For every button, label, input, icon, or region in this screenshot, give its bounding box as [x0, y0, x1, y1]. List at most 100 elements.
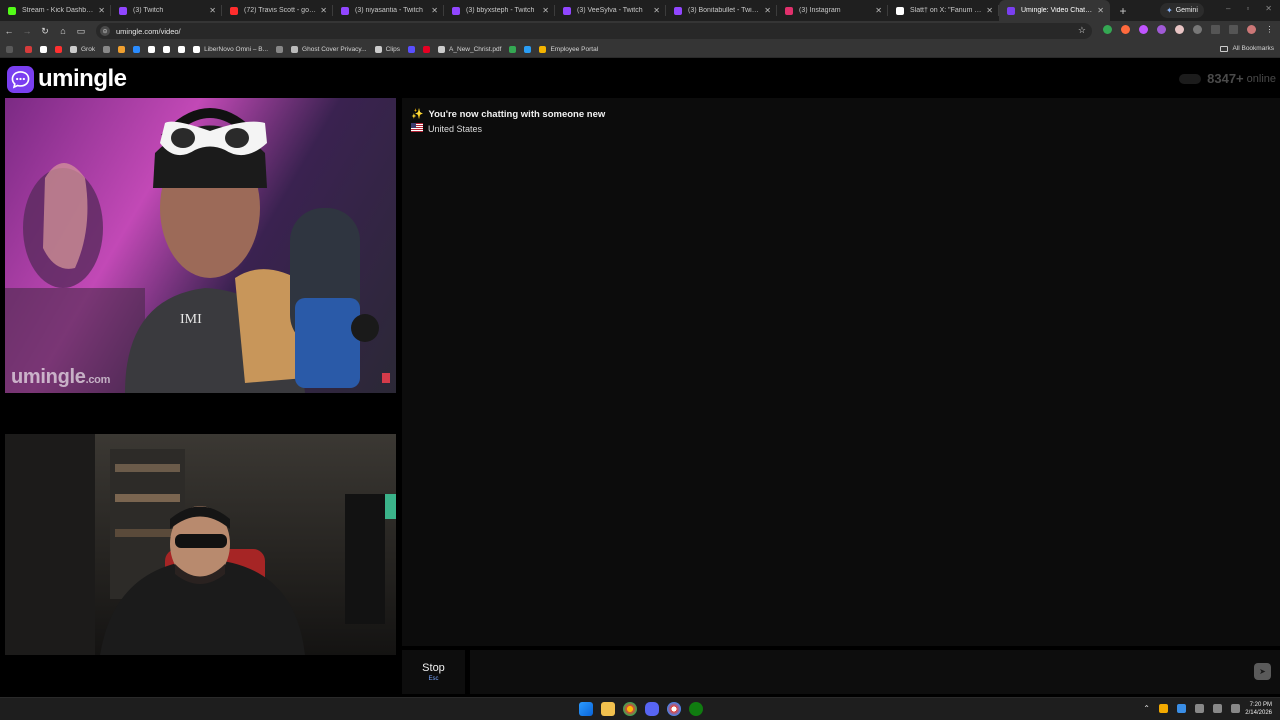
send-icon[interactable]: ➤ [1254, 663, 1271, 680]
bookmark-item[interactable]: Ghost Cover Privacy... [291, 45, 367, 53]
chat-bubble-icon [7, 65, 34, 93]
windows-start-icon[interactable] [579, 702, 593, 716]
tab-close-icon[interactable]: ✕ [98, 6, 105, 15]
minimize-icon[interactable]: – [1226, 4, 1230, 13]
menu-lines-icon[interactable] [1229, 25, 1238, 34]
all-bookmarks-button[interactable]: All Bookmarks [1220, 45, 1274, 52]
browser-tab[interactable]: Slatt† on X: "Fanum exposed ✕ [888, 0, 999, 21]
home-icon[interactable]: ⌂ [54, 26, 72, 36]
tab-close-icon[interactable]: ✕ [431, 6, 438, 15]
bookmark-item[interactable] [524, 45, 532, 53]
puzzle-icon[interactable] [1193, 25, 1202, 34]
bookmark-item[interactable]: Clips [374, 45, 400, 53]
browser-tab[interactable]: Stream - Kick Dashboard ✕ [0, 0, 111, 21]
tab-favicon-icon [341, 6, 349, 15]
taskbar-clock[interactable]: 7:20 PM 2/14/2026 [1245, 701, 1272, 717]
tab-close-icon[interactable]: ✕ [1097, 6, 1104, 15]
tray-app-icon[interactable] [1177, 704, 1186, 713]
bookmark-favicon-icon [438, 45, 446, 53]
extension-icon[interactable] [1175, 25, 1184, 34]
wifi-icon[interactable] [1195, 704, 1204, 713]
apps-grid-icon[interactable] [6, 45, 17, 53]
side-panel-icon[interactable] [1211, 25, 1220, 34]
tray-app-icon[interactable] [1159, 704, 1168, 713]
bookmark-item[interactable]: A_New_Christ.pdf [438, 45, 501, 53]
tab-close-icon[interactable]: ✕ [986, 6, 993, 15]
forward-icon[interactable]: → [18, 26, 36, 36]
bookmark-item[interactable]: Grok [70, 45, 95, 53]
browser-tab[interactable]: (3) niyasantia - Twitch ✕ [333, 0, 444, 21]
bookmark-item[interactable] [40, 45, 47, 53]
tab-close-icon[interactable]: ✕ [875, 6, 882, 15]
message-input[interactable]: ➤ [470, 650, 1280, 694]
chrome-icon[interactable] [623, 702, 637, 716]
file-explorer-icon[interactable] [601, 702, 615, 716]
tab-close-icon[interactable]: ✕ [320, 6, 327, 15]
battery-icon[interactable] [1231, 704, 1240, 713]
extension-icon[interactable] [1121, 25, 1130, 34]
browser-tab[interactable]: Umingle: Video Chat wi ✕ [999, 0, 1110, 21]
bookmark-star-icon[interactable]: ☆ [1078, 25, 1086, 36]
reload-icon[interactable]: ↻ [36, 26, 54, 37]
logo-text: umingle [38, 65, 127, 92]
browser-tab[interactable]: (3) Bonitabullet - Twitch ✕ [666, 0, 777, 21]
bookmark-item[interactable] [423, 45, 431, 53]
browser-tab[interactable]: (3) Instagram ✕ [777, 0, 888, 21]
tray-overflow-icon[interactable]: ⌃ [1143, 704, 1150, 713]
chat-panel: ✨ You're now chatting with someone new U… [402, 98, 1280, 646]
discord-icon[interactable] [645, 702, 659, 716]
bookmark-item[interactable]: Employee Portal [539, 45, 598, 53]
bookmark-item[interactable] [25, 45, 32, 53]
tab-label: (3) VeeSylva - Twitch [577, 7, 643, 14]
bookmark-item[interactable] [178, 45, 186, 53]
chat-status-text: You're now chatting with someone new [428, 109, 606, 120]
windows-taskbar: ⌃ 7:20 PM 2/14/2026 [0, 697, 1280, 720]
bookmark-item[interactable]: LiberNovo Omni – B... [193, 45, 269, 53]
tab-close-icon[interactable]: ✕ [764, 6, 771, 15]
browser-tab[interactable]: (3) bbyxsteph - Twitch ✕ [444, 0, 555, 21]
more-menu-icon[interactable]: ⋮ [1265, 25, 1274, 34]
xbox-icon[interactable] [689, 702, 703, 716]
sidebar-toggle-icon[interactable]: ▭ [72, 26, 90, 37]
bookmark-item[interactable] [163, 45, 171, 53]
extension-icon[interactable] [1103, 25, 1112, 34]
stop-button[interactable]: Stop Esc [402, 650, 465, 694]
bookmark-item[interactable] [148, 45, 156, 53]
extension-icon[interactable] [1139, 25, 1148, 34]
extension-icon[interactable] [1157, 25, 1166, 34]
maximize-icon[interactable]: ▫ [1246, 4, 1249, 13]
bookmark-item[interactable] [103, 45, 111, 53]
bookmark-item[interactable] [118, 45, 126, 53]
tab-close-icon[interactable]: ✕ [542, 6, 549, 15]
site-info-icon[interactable]: ⊝ [100, 26, 110, 36]
tab-close-icon[interactable]: ✕ [209, 6, 216, 15]
address-bar[interactable]: ⊝ umingle.com/video/ ☆ [96, 23, 1092, 39]
profile-avatar-icon[interactable] [1247, 25, 1256, 34]
browser-tab[interactable]: (3) VeeSylva - Twitch ✕ [555, 0, 666, 21]
umingle-logo[interactable]: umingle [7, 65, 127, 93]
tab-favicon-icon [8, 6, 16, 15]
tab-label: (3) Twitch [133, 7, 164, 14]
bookmark-item[interactable] [276, 45, 284, 53]
bookmark-label: LiberNovo Omni – B... [204, 45, 269, 53]
tab-favicon-icon [896, 6, 904, 15]
chrome-profile-icon[interactable] [667, 702, 681, 716]
close-window-icon[interactable]: ✕ [1265, 4, 1272, 13]
gemini-button[interactable]: ✦ Gemini [1160, 3, 1204, 18]
online-count: 8347+ [1207, 71, 1244, 86]
stop-shortcut-hint: Esc [428, 676, 439, 682]
sparkles-icon: ✨ [411, 109, 424, 120]
tab-favicon-icon [674, 6, 682, 15]
volume-icon[interactable] [1213, 704, 1222, 713]
clock-time: 7:20 PM [1249, 702, 1272, 708]
bookmark-item[interactable] [509, 45, 517, 53]
new-tab-icon[interactable]: + [1113, 4, 1133, 18]
tab-close-icon[interactable]: ✕ [653, 6, 660, 15]
bookmark-item[interactable] [408, 45, 416, 53]
browser-tab[interactable]: (3) Twitch ✕ [111, 0, 222, 21]
back-icon[interactable]: ← [0, 26, 18, 36]
bookmark-item[interactable] [55, 45, 62, 53]
online-toggle[interactable] [1179, 73, 1202, 84]
browser-tab[interactable]: (72) Travis Scott - goosebum✕ [222, 0, 333, 21]
bookmark-item[interactable] [133, 45, 141, 53]
